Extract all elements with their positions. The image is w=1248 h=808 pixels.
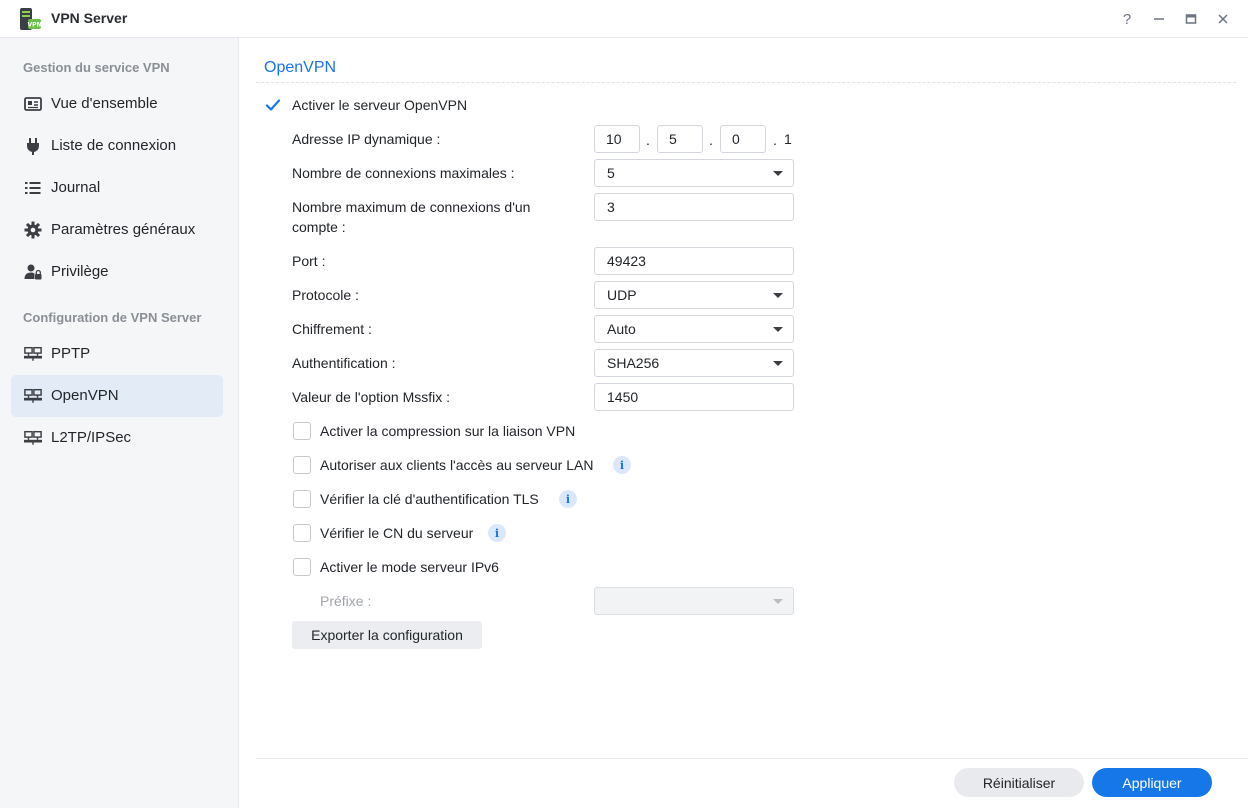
ip-octet-3-input[interactable]: 0 bbox=[720, 125, 766, 153]
export-configuration-button[interactable]: Exporter la configuration bbox=[292, 621, 482, 649]
tls-auth-checkbox[interactable] bbox=[293, 490, 311, 508]
max-connections-label: Nombre de connexions maximales : bbox=[292, 165, 515, 181]
dynamic-ip-label: Adresse IP dynamique : bbox=[292, 131, 441, 147]
protocol-select[interactable]: UDP bbox=[594, 281, 794, 309]
sidebar-section-configuration: Configuration de VPN Server bbox=[23, 310, 202, 325]
footer-divider bbox=[256, 758, 1248, 759]
protocol-label: Protocole : bbox=[292, 287, 359, 303]
sidebar-item-overview[interactable]: Vue d'ensemble bbox=[11, 83, 223, 125]
reset-button[interactable]: Réinitialiser bbox=[954, 768, 1084, 797]
sidebar-item-label: PPTP bbox=[51, 345, 91, 362]
max-per-account-input[interactable]: 3 bbox=[594, 193, 794, 221]
sidebar-item-general-settings[interactable]: Paramètres généraux bbox=[11, 209, 223, 251]
sidebar-item-label: Journal bbox=[51, 179, 101, 196]
ip-octet-4-value: 1 bbox=[784, 131, 792, 147]
chevron-down-icon bbox=[773, 327, 783, 332]
maximize-button[interactable] bbox=[1181, 9, 1201, 29]
max-per-account-label: Nombre maximum de connexions d'un compte… bbox=[292, 199, 531, 235]
sidebar-item-openvpn[interactable]: OpenVPN bbox=[11, 375, 223, 417]
sidebar-item-pptp[interactable]: PPTP bbox=[11, 333, 223, 375]
sidebar-item-label: Paramètres généraux bbox=[51, 221, 196, 238]
info-icon[interactable]: i bbox=[613, 456, 631, 474]
chevron-down-icon bbox=[773, 599, 783, 604]
network-icon bbox=[24, 387, 42, 405]
mssfix-input[interactable]: 1450 bbox=[594, 383, 794, 411]
encryption-label: Chiffrement : bbox=[292, 321, 372, 337]
authentication-select[interactable]: SHA256 bbox=[594, 349, 794, 377]
authentication-value: SHA256 bbox=[607, 355, 660, 371]
info-icon[interactable]: i bbox=[559, 490, 577, 508]
gear-icon bbox=[24, 221, 42, 239]
window-title: VPN Server bbox=[51, 10, 128, 26]
checkmark-icon bbox=[265, 99, 281, 111]
minimize-button[interactable] bbox=[1149, 9, 1169, 29]
protocol-value: UDP bbox=[607, 287, 637, 303]
minimize-icon bbox=[1154, 18, 1164, 20]
maximize-icon bbox=[1185, 14, 1197, 24]
svg-text:VPN: VPN bbox=[27, 22, 41, 29]
authentication-label: Authentification : bbox=[292, 355, 396, 371]
vpn-server-app-icon: VPN bbox=[18, 7, 42, 31]
network-icon bbox=[24, 429, 42, 447]
user-lock-icon bbox=[24, 263, 42, 281]
compression-checkbox[interactable] bbox=[293, 422, 311, 440]
section-title: OpenVPN bbox=[264, 59, 337, 76]
help-button[interactable]: ? bbox=[1117, 9, 1137, 29]
tls-auth-label: Vérifier la clé d'authentification TLS bbox=[320, 491, 539, 507]
close-button[interactable] bbox=[1213, 9, 1233, 29]
apply-button[interactable]: Appliquer bbox=[1092, 768, 1212, 797]
ip-dot: . bbox=[646, 132, 650, 148]
ip-octet-2-input[interactable]: 5 bbox=[657, 125, 703, 153]
ip-octet-1-input[interactable]: 10 bbox=[594, 125, 640, 153]
ipv6-checkbox[interactable] bbox=[293, 558, 311, 576]
max-connections-value: 5 bbox=[607, 165, 615, 181]
ipv6-label: Activer le mode serveur IPv6 bbox=[320, 559, 499, 575]
sidebar: Gestion du service VPN Vue d'ensemble Li… bbox=[0, 38, 239, 808]
sidebar-item-label: Vue d'ensemble bbox=[51, 95, 158, 112]
encryption-value: Auto bbox=[607, 321, 636, 337]
port-label: Port : bbox=[292, 253, 326, 269]
compression-label: Activer la compression sur la liaison VP… bbox=[320, 423, 576, 439]
chevron-down-icon bbox=[773, 361, 783, 366]
ip-dot: . bbox=[773, 132, 777, 148]
sidebar-item-label: Privilège bbox=[51, 263, 109, 280]
sidebar-item-journal[interactable]: Journal bbox=[11, 167, 223, 209]
help-icon: ? bbox=[1122, 10, 1132, 28]
mssfix-label: Valeur de l'option Mssfix : bbox=[292, 389, 451, 405]
prefix-select bbox=[594, 587, 794, 615]
ip-dot: . bbox=[709, 132, 713, 148]
network-icon bbox=[24, 345, 42, 363]
chevron-down-icon bbox=[773, 293, 783, 298]
sidebar-item-label: OpenVPN bbox=[51, 387, 119, 404]
list-icon bbox=[24, 179, 42, 197]
plug-icon bbox=[24, 137, 42, 155]
section-divider bbox=[256, 82, 1236, 83]
lan-access-checkbox[interactable] bbox=[293, 456, 311, 474]
chevron-down-icon bbox=[773, 171, 783, 176]
max-connections-select[interactable]: 5 bbox=[594, 159, 794, 187]
verify-cn-checkbox[interactable] bbox=[293, 524, 311, 542]
enable-openvpn-label: Activer le serveur OpenVPN bbox=[292, 97, 468, 113]
sidebar-item-privilege[interactable]: Privilège bbox=[11, 251, 223, 293]
sidebar-item-label: Liste de connexion bbox=[51, 137, 177, 154]
title-bar: VPN VPN Server ? bbox=[0, 0, 1248, 38]
encryption-select[interactable]: Auto bbox=[594, 315, 794, 343]
prefix-label: Préfixe : bbox=[320, 593, 372, 609]
sidebar-item-connection-list[interactable]: Liste de connexion bbox=[11, 125, 223, 167]
lan-access-label: Autoriser aux clients l'accès au serveur… bbox=[320, 457, 594, 473]
sidebar-section-gestion: Gestion du service VPN bbox=[23, 60, 170, 75]
close-icon bbox=[1218, 14, 1228, 24]
verify-cn-label: Vérifier le CN du serveur bbox=[320, 525, 474, 541]
info-icon[interactable]: i bbox=[488, 524, 506, 542]
sidebar-item-label: L2TP/IPSec bbox=[51, 429, 132, 446]
overview-icon bbox=[24, 95, 42, 113]
sidebar-item-l2tp-ipsec[interactable]: L2TP/IPSec bbox=[11, 417, 223, 459]
enable-openvpn-checkbox[interactable] bbox=[264, 96, 282, 114]
port-input[interactable]: 49423 bbox=[594, 247, 794, 275]
